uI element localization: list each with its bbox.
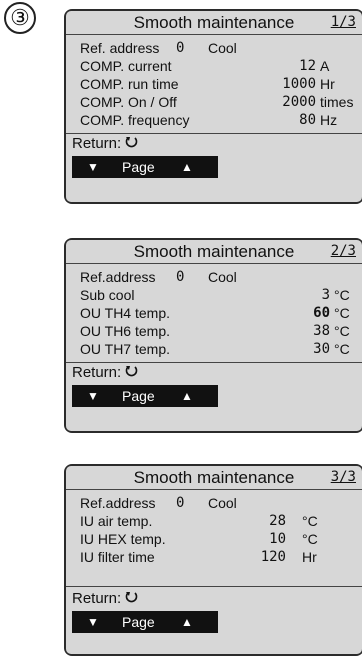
maintenance-screen-3: Smooth maintenance 3/3 Ref.address 0 Coo… — [64, 464, 362, 656]
screen-header: Smooth maintenance 1/3 — [66, 11, 362, 35]
item-value: 2000 — [282, 94, 316, 110]
page-button[interactable]: ▼ Page ▲ — [72, 156, 218, 178]
lcd-display: Smooth maintenance 1/3 Ref. address 0 Co… — [66, 11, 362, 202]
item-unit: times — [320, 94, 354, 110]
list-item: COMP. current 12 A — [66, 57, 362, 75]
item-label: OU TH4 temp. — [80, 305, 170, 321]
item-label: IU air temp. — [80, 513, 153, 529]
page-indicator: 1/3 — [330, 14, 356, 30]
page-down-icon[interactable]: ▼ — [87, 385, 99, 407]
mode-label: Cool — [208, 40, 237, 56]
page-up-icon[interactable]: ▲ — [181, 385, 193, 407]
list-item: IU filter time 120 Hr — [66, 548, 362, 566]
item-unit: °C — [334, 341, 350, 357]
page-button-label: Page — [122, 388, 155, 404]
item-value: 28 — [269, 513, 286, 529]
item-label: COMP. run time — [80, 76, 179, 92]
list-item: OU TH7 temp. 30 °C — [66, 340, 362, 358]
page-button[interactable]: ▼ Page ▲ — [72, 611, 218, 633]
return-row[interactable]: Return: — [72, 364, 139, 381]
list-item: COMP. On / Off 2000 times — [66, 93, 362, 111]
item-value: 12 — [299, 58, 316, 74]
item-label: OU TH7 temp. — [80, 341, 170, 357]
screen-header: Smooth maintenance 3/3 — [66, 466, 362, 490]
item-value: 38 — [313, 323, 330, 339]
mode-label: Cool — [208, 495, 237, 511]
return-row[interactable]: Return: — [72, 135, 139, 152]
ref-address-label: Ref.address — [80, 495, 156, 511]
item-label: Sub cool — [80, 287, 135, 303]
screen-title: Smooth maintenance — [133, 13, 295, 32]
page-button-label: Page — [122, 159, 155, 175]
item-unit: °C — [334, 305, 350, 321]
page-down-icon[interactable]: ▼ — [87, 611, 99, 633]
page-button-label: Page — [122, 614, 155, 630]
list-item: COMP. run time 1000 Hr — [66, 75, 362, 93]
item-value: 60 — [313, 305, 330, 321]
divider — [66, 133, 362, 134]
item-label: IU filter time — [80, 549, 155, 565]
item-label: COMP. frequency — [80, 112, 190, 128]
return-row[interactable]: Return: — [72, 590, 139, 607]
item-label: COMP. current — [80, 58, 172, 74]
ref-address-value: 0 — [176, 269, 185, 285]
ref-address-row: Ref.address 0 Cool — [66, 268, 362, 286]
return-label: Return: — [72, 364, 122, 381]
item-unit: Hr — [302, 549, 317, 565]
return-label: Return: — [72, 590, 122, 607]
ref-address-value: 0 — [176, 40, 185, 56]
ref-address-row: Ref.address 0 Cool — [66, 494, 362, 512]
item-value: 3 — [321, 287, 330, 303]
item-value: 80 — [299, 112, 316, 128]
return-label: Return: — [72, 135, 122, 152]
item-unit: °C — [302, 513, 318, 529]
page-down-icon[interactable]: ▼ — [87, 156, 99, 178]
item-unit: °C — [302, 531, 318, 547]
list-item: COMP. frequency 80 Hz — [66, 111, 362, 129]
item-value: 10 — [269, 531, 286, 547]
ref-address-row: Ref. address 0 Cool — [66, 39, 362, 57]
divider — [66, 586, 362, 587]
item-unit: Hz — [320, 112, 338, 128]
page-up-icon[interactable]: ▲ — [181, 611, 193, 633]
item-value: 120 — [260, 549, 286, 565]
item-label: IU HEX temp. — [80, 531, 166, 547]
item-label: OU TH6 temp. — [80, 323, 170, 339]
ref-address-label: Ref.address — [80, 269, 156, 285]
return-icon — [126, 366, 138, 377]
item-unit: °C — [334, 323, 350, 339]
maintenance-screen-1: Smooth maintenance 1/3 Ref. address 0 Co… — [64, 9, 362, 204]
page-indicator: 2/3 — [330, 243, 356, 259]
list-item: OU TH4 temp. 60 °C — [66, 304, 362, 322]
list-item: Sub cool 3 °C — [66, 286, 362, 304]
item-label: COMP. On / Off — [80, 94, 177, 110]
lcd-display: Smooth maintenance 2/3 Ref.address 0 Coo… — [66, 240, 362, 431]
item-unit: Hr — [320, 76, 335, 92]
page-up-icon[interactable]: ▲ — [181, 156, 193, 178]
step-number: ③ — [4, 2, 36, 34]
mode-label: Cool — [208, 269, 237, 285]
return-icon — [126, 592, 138, 603]
return-icon — [126, 137, 138, 148]
list-item: IU HEX temp. 10 °C — [66, 530, 362, 548]
screen-title: Smooth maintenance — [133, 468, 295, 487]
screen-header: Smooth maintenance 2/3 — [66, 240, 362, 264]
lcd-display: Smooth maintenance 3/3 Ref.address 0 Coo… — [66, 466, 362, 654]
ref-address-value: 0 — [176, 495, 185, 511]
maintenance-screen-2: Smooth maintenance 2/3 Ref.address 0 Coo… — [64, 238, 362, 433]
ref-address-label: Ref. address — [80, 40, 160, 56]
item-unit: °C — [334, 287, 350, 303]
page-button[interactable]: ▼ Page ▲ — [72, 385, 218, 407]
screen-title: Smooth maintenance — [133, 242, 295, 261]
page-indicator: 3/3 — [330, 469, 356, 485]
list-item: IU air temp. 28 °C — [66, 512, 362, 530]
divider — [66, 362, 362, 363]
item-value: 1000 — [282, 76, 316, 92]
item-unit: A — [320, 58, 330, 74]
item-value: 30 — [313, 341, 330, 357]
list-item: OU TH6 temp. 38 °C — [66, 322, 362, 340]
